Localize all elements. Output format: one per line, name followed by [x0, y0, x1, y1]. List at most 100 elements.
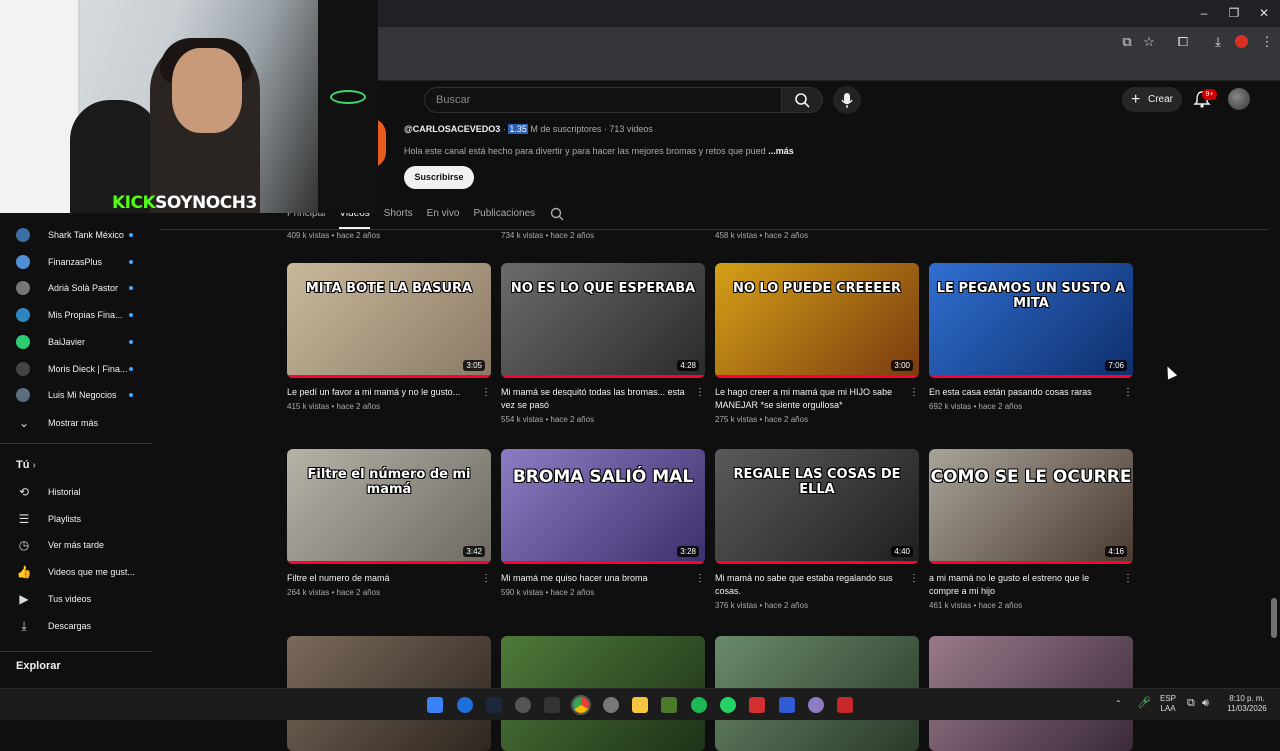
video-title[interactable]: Le hago creer a mi mamá que mi HIJO sabe… [715, 386, 903, 412]
sidebar: Shark Tank México FinanzasPlus Adrià Solà … [0, 213, 155, 688]
search-input[interactable]: Buscar [424, 87, 782, 113]
sidebar-show-more[interactable]: ⌄ Mostrar más [16, 413, 155, 433]
epic-games-icon[interactable] [544, 697, 560, 713]
video-menu-icon[interactable]: ⋮ [1123, 573, 1133, 584]
search-icon [795, 93, 810, 108]
install-app-icon[interactable]: ⧉ [1119, 34, 1135, 50]
sidebar-subscription-item[interactable]: Luis Mi Negocios [16, 385, 155, 405]
sidebar-item-clock[interactable]: ◷ Ver más tarde [16, 535, 155, 555]
close-window-button[interactable]: ✕ [1256, 5, 1272, 21]
thumbnail-caption: NO LO PUEDE CREEEER [732, 281, 902, 296]
prev-row-meta: 458 k vistas • hace 2 años [715, 231, 809, 240]
settings-icon[interactable] [603, 697, 619, 713]
clock-time: 8:10 p. m. [1229, 694, 1265, 703]
video-thumbnail[interactable]: Filtre el número de mi mamá 3:42 [287, 449, 491, 564]
video-thumbnail[interactable]: NO ES LO QUE ESPERABA 4:28 [501, 263, 705, 378]
sidebar-item-playlists[interactable]: ☰ Playlists [16, 509, 155, 529]
network-icon[interactable]: ⧉ [1187, 698, 1195, 709]
profile-icon[interactable] [1235, 35, 1248, 48]
subscription-label: Adrià Solà Pastor [48, 283, 119, 294]
video-menu-icon[interactable]: ⋮ [1123, 387, 1133, 398]
chrome-icon[interactable] [571, 695, 591, 715]
subscribe-button[interactable]: Suscribirse [404, 166, 474, 189]
video-title[interactable]: Mi mamá se desquitó todas las bromas... … [501, 386, 689, 412]
spotify-icon[interactable] [691, 697, 707, 713]
channel-search-icon[interactable] [549, 207, 565, 221]
sidebar-subscription-item[interactable]: Shark Tank México [16, 225, 155, 245]
video-thumbnail[interactable]: MITA BOTE LA BASURA 3:05 [287, 263, 491, 378]
page-scrollbar[interactable] [1271, 598, 1277, 638]
minecraft-icon[interactable] [661, 697, 677, 713]
sidebar-item-history[interactable]: ⟲ Historial [16, 482, 155, 502]
video-menu-icon[interactable]: ⋮ [695, 387, 705, 398]
video-thumbnail[interactable]: NO LO PUEDE CREEEER 3:00 [715, 263, 919, 378]
video-menu-icon[interactable]: ⋮ [481, 573, 491, 584]
show-more-label: Mostrar más [48, 418, 99, 428]
sidebar-item-thumbs-up[interactable]: 👍 Videos que me gust... [16, 562, 155, 582]
sidebar-subscription-item[interactable]: Moris Dieck | Fina... [16, 359, 155, 379]
steam-icon[interactable] [486, 697, 502, 713]
sidebar-you-heading[interactable]: Tú › [16, 459, 36, 471]
volume-icon[interactable]: 🔊︎ [1202, 698, 1209, 709]
obs-icon[interactable] [515, 697, 531, 713]
extensions-icon[interactable]: ⧠ [1175, 34, 1191, 50]
app-icon[interactable] [837, 697, 853, 713]
video-thumbnail[interactable]: LE PEGAMOS UN SUSTO A MITA 7:06 [929, 263, 1133, 378]
windows-taskbar: ⌃ 🎤︎ ESP LAA ⧉ 🔊︎ 8:10 p. m. 11/03/2026 [0, 688, 1280, 720]
maximize-window-button[interactable]: ❐ [1226, 5, 1242, 21]
sidebar-subscription-item[interactable]: Mis Propias Fina... [16, 305, 155, 325]
browser-menu-icon[interactable]: ⋮ [1259, 34, 1275, 50]
start-menu-icon[interactable] [427, 697, 443, 713]
sidebar-subscription-item[interactable]: FinanzasPlus [16, 252, 155, 272]
video-menu-icon[interactable]: ⋮ [695, 573, 705, 584]
video-title[interactable]: Mi mamá no sabe que estaba regalando sus… [715, 572, 903, 598]
webcam-overlay: KICKSOYNOCH3 [0, 0, 378, 213]
sidebar-subscription-item[interactable]: BaiJavier [16, 332, 155, 352]
browser-app-icon[interactable] [808, 697, 824, 713]
search-button[interactable] [781, 87, 823, 113]
video-menu-icon[interactable]: ⋮ [481, 387, 491, 398]
voice-search-button[interactable] [833, 86, 861, 114]
language-indicator[interactable]: ESP LAA [1157, 694, 1179, 714]
tab-posts[interactable]: Publicaciones [473, 207, 535, 229]
channel-description[interactable]: Hola este canal está hecho para divertir… [404, 146, 794, 156]
minimize-window-button[interactable]: – [1196, 5, 1212, 21]
whatsapp-icon[interactable] [720, 697, 736, 713]
bookmark-star-icon[interactable]: ☆ [1141, 34, 1157, 50]
sidebar-item-download[interactable]: ⤓ Descargas [16, 616, 155, 636]
sidebar-subscription-item[interactable]: Adrià Solà Pastor [16, 278, 155, 298]
video-menu-icon[interactable]: ⋮ [909, 573, 919, 584]
app-icon[interactable] [779, 697, 795, 713]
channel-avatar-icon [16, 228, 30, 242]
tab-live[interactable]: En vivo [427, 207, 460, 229]
watch-progress-bar [287, 375, 491, 378]
file-explorer-icon[interactable] [632, 697, 648, 713]
tray-chevron-icon[interactable]: ⌃ [1115, 699, 1122, 709]
plus-icon: + [1131, 91, 1141, 108]
video-thumbnail[interactable]: COMO SE LE OCURRE 4:16 [929, 449, 1133, 564]
clock[interactable]: 8:10 p. m. 11/03/2026 [1222, 694, 1272, 714]
capture-app-icon[interactable] [749, 697, 765, 713]
sidebar-item-your-videos[interactable]: ▶ Tus videos [16, 589, 155, 609]
video-title[interactable]: Mi mamá me quiso hacer una broma [501, 572, 689, 585]
video-duration: 3:05 [463, 360, 485, 371]
sidebar-divider [0, 651, 152, 652]
edge-icon[interactable] [457, 697, 473, 713]
video-title[interactable]: a mi mamá no le gusto el estreno que le … [929, 572, 1117, 598]
watch-progress-bar [501, 561, 705, 564]
video-thumbnail[interactable]: BROMA SALIÓ MAL 3:28 [501, 449, 705, 564]
video-menu-icon[interactable]: ⋮ [909, 387, 919, 398]
description-more-link[interactable]: ...más [768, 146, 794, 156]
video-title[interactable]: En esta casa están pasando cosas raras [929, 386, 1117, 399]
create-button[interactable]: + Crear [1122, 87, 1182, 112]
downloads-icon[interactable]: ⤓ [1210, 34, 1226, 50]
watch-progress-bar [715, 561, 919, 564]
video-title[interactable]: Filtre el numero de mamá [287, 572, 475, 585]
channel-avatar-icon [16, 388, 30, 403]
tab-shorts[interactable]: Shorts [384, 207, 413, 229]
subscription-label: Shark Tank México [48, 230, 124, 240]
video-thumbnail[interactable]: REGALE LAS COSAS DE ELLA 4:40 [715, 449, 919, 564]
user-avatar[interactable] [1228, 88, 1250, 110]
microphone-tray-icon[interactable]: 🎤︎ [1137, 698, 1151, 709]
video-title[interactable]: Le pedí un favor a mi mamá y no le gusto… [287, 386, 475, 399]
